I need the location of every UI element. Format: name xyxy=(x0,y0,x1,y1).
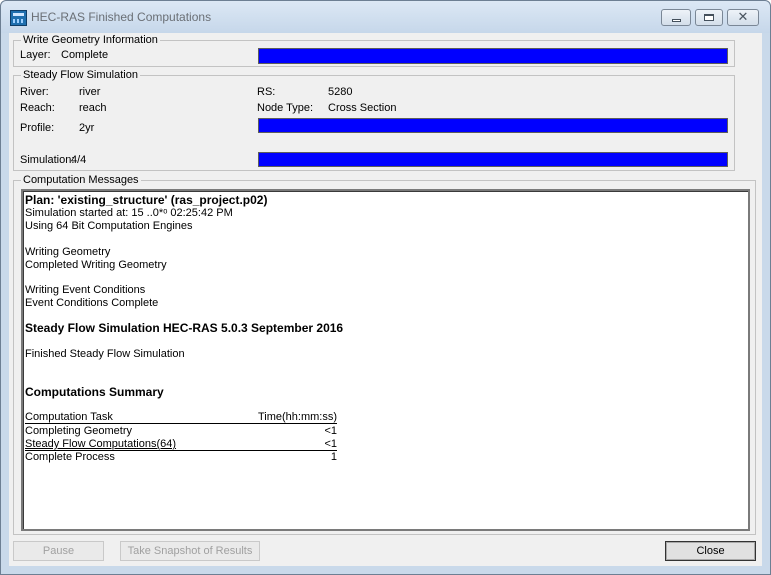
event-complete-line: Event Conditions Complete xyxy=(25,297,159,309)
river-value: river xyxy=(79,86,101,98)
summary-header-time: Time(hh:mm:ss) xyxy=(257,411,337,423)
reach-value: reach xyxy=(79,102,107,114)
summary-header-row: Computation Task Time(hh:mm:ss) xyxy=(25,411,337,424)
summary-time: <1 xyxy=(324,425,337,437)
river-label: River: xyxy=(20,86,49,98)
finished-computations-window: HEC-RAS Finished Computations ✕ Write Ge… xyxy=(0,0,771,575)
close-window-button[interactable]: ✕ xyxy=(727,9,759,26)
engine-line: Using 64 Bit Computation Engines xyxy=(25,220,193,232)
node-type-label: Node Type: xyxy=(257,102,314,114)
write-geometry-legend: Write Geometry Information xyxy=(21,34,160,47)
summary-title: Computations Summary xyxy=(25,385,164,399)
summary-header-task: Computation Task xyxy=(25,411,113,423)
summary-task: Steady Flow Computations(64) xyxy=(25,438,177,450)
steady-flow-group: Steady Flow Simulation River: river Reac… xyxy=(13,69,735,171)
summary-task: Completing Geometry xyxy=(25,425,132,437)
close-button[interactable]: Close xyxy=(665,541,756,561)
summary-row: Completing Geometry <1 xyxy=(25,425,337,438)
reach-label: Reach: xyxy=(20,102,55,114)
writing-event-line: Writing Event Conditions xyxy=(25,284,146,296)
minimize-button[interactable] xyxy=(661,9,691,26)
dialog-client-area: Write Geometry Information Layer: Comple… xyxy=(9,33,762,566)
pause-button[interactable]: Pause xyxy=(13,541,104,561)
rs-label: RS: xyxy=(257,86,276,98)
window-title: HEC-RAS Finished Computations xyxy=(31,10,212,24)
maximize-button[interactable] xyxy=(695,9,723,26)
simulation-label: Simulation: xyxy=(20,154,75,166)
writing-geometry-line: Writing Geometry xyxy=(25,246,111,258)
summary-time: 1 xyxy=(330,451,337,463)
rs-value: 5280 xyxy=(328,86,353,98)
hec-ras-app-icon xyxy=(10,10,27,26)
completed-geometry-line: Completed Writing Geometry xyxy=(25,259,167,271)
node-type-value: Cross Section xyxy=(328,102,397,114)
layer-label: Layer: xyxy=(20,49,51,61)
take-snapshot-button[interactable]: Take Snapshot of Results xyxy=(120,541,260,561)
layer-value: Complete xyxy=(61,49,109,61)
version-line: Steady Flow Simulation HEC-RAS 5.0.3 Sep… xyxy=(25,321,344,335)
summary-task: Complete Process xyxy=(25,451,115,463)
write-geometry-progress-bar xyxy=(258,48,728,64)
minimize-icon xyxy=(671,19,681,22)
plan-line: Plan: 'existing_structure' (ras_project.… xyxy=(25,193,268,207)
started-line: Simulation started at: 15 ..0*ᵒ 02:25:42… xyxy=(25,207,233,219)
profile-value: 2yr xyxy=(79,122,95,134)
summary-time: <1 xyxy=(324,438,337,450)
close-icon: ✕ xyxy=(737,10,749,25)
summary-row: Steady Flow Computations(64) <1 xyxy=(25,438,337,451)
computation-messages-textbox[interactable]: Plan: 'existing_structure' (ras_project.… xyxy=(21,189,750,531)
finished-line: Finished Steady Flow Simulation xyxy=(25,348,185,360)
simulation-progress-bar xyxy=(258,152,728,167)
summary-row: Complete Process 1 xyxy=(25,451,337,464)
profile-label: Profile: xyxy=(20,122,55,134)
steady-flow-legend: Steady Flow Simulation xyxy=(21,69,140,82)
maximize-icon xyxy=(704,14,714,21)
title-bar[interactable]: HEC-RAS Finished Computations ✕ xyxy=(1,1,770,33)
write-geometry-group: Write Geometry Information Layer: Comple… xyxy=(13,34,735,67)
profile-progress-bar xyxy=(258,118,728,133)
simulation-value: 4/4 xyxy=(71,154,87,166)
computation-messages-legend: Computation Messages xyxy=(21,174,141,187)
